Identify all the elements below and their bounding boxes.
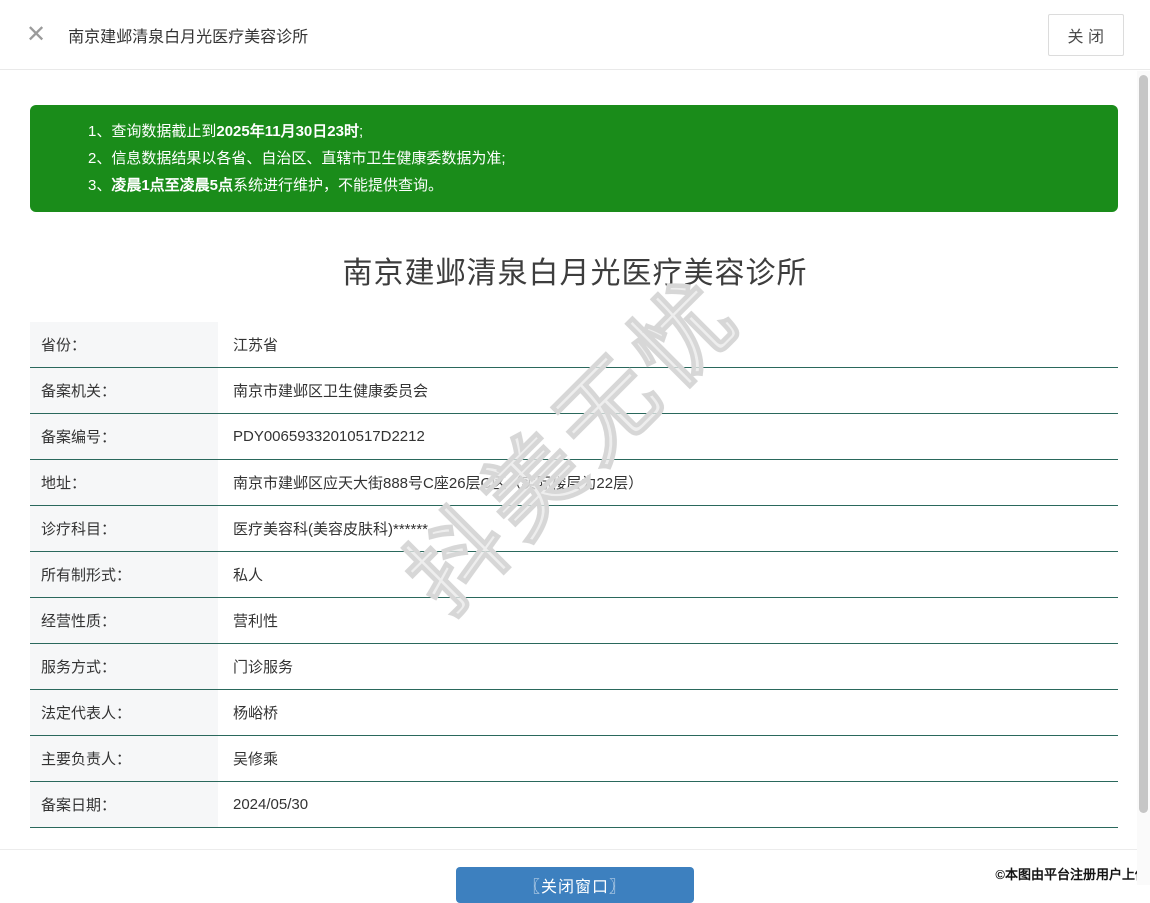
table-row: 服务方式： 门诊服务 <box>30 644 1118 690</box>
table-row: 备案编号： PDY00659332010517D2212 <box>30 414 1118 460</box>
row-label: 所有制形式： <box>30 552 218 597</box>
notice-line-1-text: 查询数据截止到 <box>111 123 217 140</box>
window-title: 南京建邺清泉白月光医疗美容诊所 <box>68 28 309 46</box>
notice-line-3: 3、凌晨1点至凌晨5点系统进行维护，不能提供查询。 <box>88 172 1094 199</box>
row-value: 2024/05/30 <box>233 796 309 813</box>
bottom-divider <box>0 849 1150 850</box>
detail-table: 省份： 江苏省 备案机关： 南京市建邺区卫生健康委员会 备案编号： PDY006… <box>30 322 1118 828</box>
row-value: 南京市建邺区应天大街888号C座26层C区（实际楼层为22层） <box>233 475 644 492</box>
close-window-button[interactable]: 〖关闭窗口〗 <box>456 867 694 903</box>
table-row: 经营性质： 营利性 <box>30 598 1118 644</box>
table-row: 所有制形式： 私人 <box>30 552 1118 598</box>
row-value: 营利性 <box>233 613 279 630</box>
notice-line-1-bold: 2025年11月30日23时 <box>216 123 359 140</box>
notice-line-1-post: ; <box>358 123 364 140</box>
row-label: 经营性质： <box>30 598 218 643</box>
row-label: 诊疗科目： <box>30 506 218 551</box>
row-label: 备案日期： <box>30 782 218 827</box>
row-label: 地址： <box>30 460 218 505</box>
notice-banner: 1、查询数据截止到2025年11月30日23时; 2、信息数据结果以各省、自治区… <box>30 105 1118 212</box>
notice-line-3-bold: 凌晨1点至凌晨5点 <box>111 177 234 194</box>
row-value: 江苏省 <box>233 337 279 354</box>
row-value: 私人 <box>233 567 264 584</box>
scrollbar-thumb[interactable] <box>1139 75 1148 813</box>
notice-line-3-post: 系统进行维护，不能提供查询。 <box>233 177 444 194</box>
close-x-icon[interactable]: ✕ <box>26 22 46 47</box>
table-row: 省份： 江苏省 <box>30 322 1118 368</box>
row-value: 吴修乘 <box>233 751 279 768</box>
table-row: 法定代表人： 杨峪桥 <box>30 690 1118 736</box>
scrollbar-track[interactable] <box>1137 71 1150 885</box>
close-button[interactable]: 关 闭 <box>1047 13 1124 56</box>
notice-line-3-num: 3、 <box>88 177 112 194</box>
row-value: 医疗美容科(美容皮肤科)****** <box>233 521 429 538</box>
notice-line-2: 2、信息数据结果以各省、自治区、直辖市卫生健康委数据为准; <box>88 145 1094 172</box>
table-row: 主要负责人： 吴修乘 <box>30 736 1118 782</box>
notice-line-1: 1、查询数据截止到2025年11月30日23时; <box>88 118 1094 145</box>
row-label: 服务方式： <box>30 644 218 689</box>
row-value: 南京市建邺区卫生健康委员会 <box>233 383 429 400</box>
row-label: 省份： <box>30 322 218 367</box>
button-row: 〖关闭窗口〗 <box>0 867 1150 903</box>
row-value: 杨峪桥 <box>233 705 279 722</box>
page-title: 南京建邺清泉白月光医疗美容诊所 <box>342 257 808 290</box>
notice-line-2-num: 2、 <box>88 150 112 167</box>
row-label: 法定代表人： <box>30 690 218 735</box>
notice-line-1-num: 1、 <box>88 123 112 140</box>
row-value: 门诊服务 <box>233 659 294 676</box>
row-label: 主要负责人： <box>30 736 218 781</box>
table-row: 备案日期： 2024/05/30 <box>30 782 1118 828</box>
table-row: 诊疗科目： 医疗美容科(美容皮肤科)****** <box>30 506 1118 552</box>
table-row: 地址： 南京市建邺区应天大街888号C座26层C区（实际楼层为22层） <box>30 460 1118 506</box>
row-value: PDY00659332010517D2212 <box>233 428 425 445</box>
window-header: ✕ 南京建邺清泉白月光医疗美容诊所 关 闭 <box>0 0 1150 70</box>
upload-credit-text: ©本图由平台注册用户上传 <box>995 867 1148 882</box>
table-row: 备案机关： 南京市建邺区卫生健康委员会 <box>30 368 1118 414</box>
notice-line-2-text: 信息数据结果以各省、自治区、直辖市卫生健康委数据为准; <box>111 150 506 167</box>
row-label: 备案编号： <box>30 414 218 459</box>
row-label: 备案机关： <box>30 368 218 413</box>
